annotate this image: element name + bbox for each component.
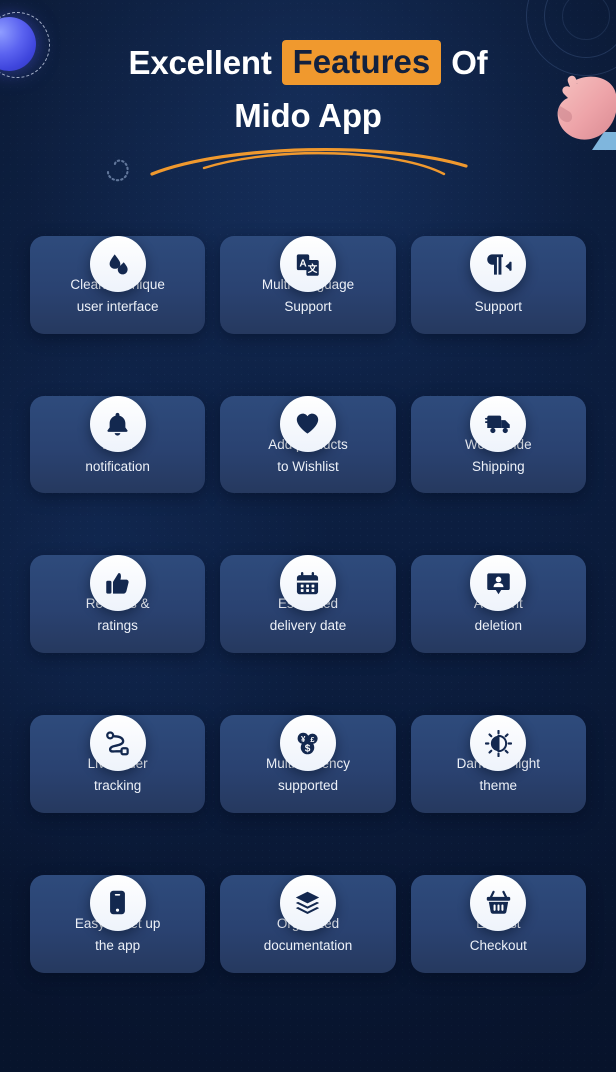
feature-card-body[interactable]: World wide Shipping	[410, 395, 586, 494]
feature-card[interactable]: Estimated delivery date	[220, 523, 396, 654]
feature-card-body[interactable]: Easiest Checkout	[410, 874, 586, 973]
feature-card[interactable]: ¥ £ $ Multi currency supported	[220, 683, 396, 813]
calendar-icon	[297, 571, 319, 595]
feature-card[interactable]: Push notification	[30, 364, 206, 494]
title-highlight-features: Features	[281, 40, 442, 85]
feature-card-body[interactable]: RTL Support	[410, 236, 586, 334]
feature-card-body[interactable]: Account deletion	[410, 555, 586, 654]
feature-card-body[interactable]: Estimated delivery date	[220, 555, 396, 654]
translate-icon: A 文	[297, 253, 320, 276]
mobile-phone-icon	[110, 891, 126, 915]
feature-icon-badge	[279, 395, 336, 452]
droplet-icon	[109, 253, 128, 274]
feature-card[interactable]: Live order tracking	[30, 683, 206, 813]
svg-text:$: $	[305, 743, 311, 754]
feature-card[interactable]: Reviews & ratings	[30, 523, 206, 654]
feature-icon-badge	[470, 236, 527, 292]
feature-card-body[interactable]: Organized documentation	[220, 874, 396, 973]
feature-card[interactable]: Easiest Checkout	[410, 843, 586, 973]
feature-icon-badge: ¥ £ $	[279, 715, 336, 772]
feature-card-body[interactable]: A 文 Multi Language Support	[220, 236, 396, 334]
page-header: Excellent Features Of Mido App	[0, 0, 616, 132]
feature-card-body[interactable]: Dark and light theme	[410, 715, 586, 813]
shopping-basket-icon	[486, 891, 511, 915]
feature-icon-badge	[89, 555, 146, 612]
feature-card[interactable]: Clean & Unique user interface	[30, 204, 206, 334]
feature-icon-badge	[470, 874, 527, 931]
sun-moon-icon	[484, 729, 512, 757]
feature-card-body[interactable]: Live order tracking	[30, 715, 206, 813]
feature-grid: Clean & Unique user interface A 文 Multi …	[30, 204, 586, 973]
feature-icon-badge	[470, 555, 527, 612]
title-word-mido-app: Mido App	[234, 97, 382, 134]
feature-card[interactable]: World wide Shipping	[410, 364, 586, 494]
feature-card-body[interactable]: ¥ £ $ Multi currency supported	[220, 715, 396, 813]
title-word-of: Of	[451, 44, 488, 81]
feature-icon-badge	[89, 236, 146, 292]
page-title-line-1: Excellent Features Of	[0, 40, 616, 85]
heart-icon	[297, 413, 319, 434]
page-title-line-2: Mido App	[0, 99, 616, 132]
feature-card[interactable]: Add products to Wishlist	[220, 364, 396, 494]
route-tracking-icon	[106, 731, 129, 756]
feature-icon-badge	[279, 874, 336, 931]
title-word-excellent: Excellent	[128, 44, 272, 81]
thumbs-up-icon	[106, 573, 129, 594]
svg-text:A: A	[300, 258, 308, 269]
svg-text:文: 文	[307, 262, 318, 274]
feature-icon-badge	[470, 715, 527, 772]
feature-icon-badge	[89, 715, 146, 772]
feature-card-body[interactable]: Add products to Wishlist	[220, 395, 396, 494]
feature-icon-badge	[470, 395, 527, 452]
feature-card-body[interactable]: Push notification	[30, 395, 206, 494]
feature-icon-badge: A 文	[279, 236, 336, 292]
feature-card[interactable]: Easy to set up the app	[30, 843, 206, 973]
feature-icon-badge	[89, 874, 146, 931]
feature-icon-badge	[279, 555, 336, 612]
bell-icon	[107, 413, 128, 436]
feature-card[interactable]: RTL Support	[410, 204, 586, 334]
feature-card[interactable]: Organized documentation	[220, 843, 396, 973]
layers-icon	[296, 892, 320, 915]
feature-card[interactable]: A 文 Multi Language Support	[220, 204, 396, 334]
feature-card-body[interactable]: Reviews & ratings	[30, 555, 206, 654]
account-badge-icon	[487, 573, 510, 595]
delivery-truck-icon	[484, 415, 510, 434]
feature-card-body[interactable]: Clean & Unique user interface	[30, 236, 206, 334]
feature-icon-badge	[89, 395, 146, 452]
feature-card-body[interactable]: Easy to set up the app	[30, 874, 206, 973]
feature-card[interactable]: Account deletion	[410, 523, 586, 654]
feature-card[interactable]: Dark and light theme	[410, 683, 586, 813]
currency-coins-icon: ¥ £ $	[298, 732, 319, 754]
rtl-direction-icon	[487, 253, 512, 275]
